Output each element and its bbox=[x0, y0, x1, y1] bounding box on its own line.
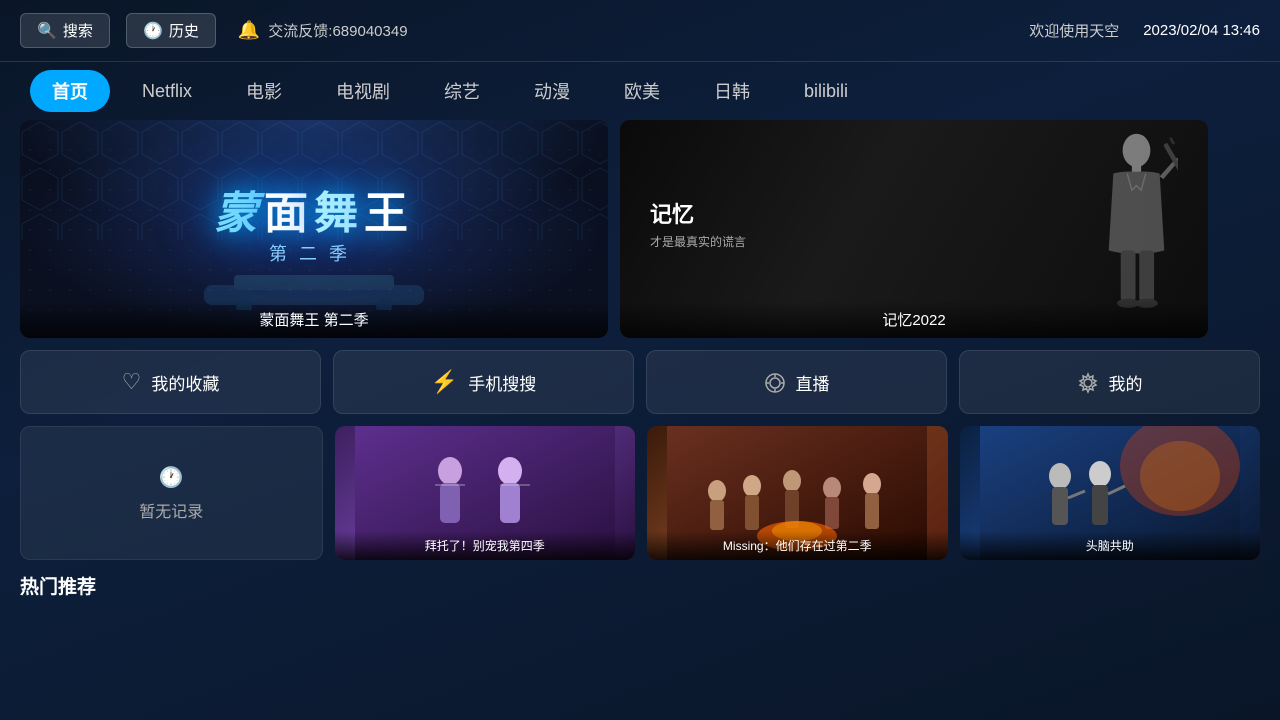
hero-right-label: 记忆2022 bbox=[620, 301, 1208, 338]
memory-subtitle: 才是最真实的谎言 bbox=[650, 233, 746, 250]
mobile-search-label: 手机搜搜 bbox=[468, 370, 536, 395]
empty-record-text: 暂无记录 bbox=[139, 498, 203, 522]
recent-card-1[interactable]: 拜托了！别宠我第四季 bbox=[335, 426, 636, 560]
favorites-label: 我的收藏 bbox=[151, 370, 219, 395]
clock-icon: 🕐 bbox=[159, 465, 184, 490]
card3-label: 头脑共助 bbox=[960, 531, 1261, 560]
gear-icon bbox=[1077, 369, 1099, 395]
nav-item-tv[interactable]: 电视剧 bbox=[314, 70, 412, 112]
recent-card-empty[interactable]: 🕐 暂无记录 bbox=[20, 426, 323, 560]
hero-right-title: 记忆2022 bbox=[882, 312, 945, 329]
heart-icon: ♡ bbox=[122, 369, 142, 395]
memory-cn-title: 记忆 bbox=[650, 197, 746, 229]
hero-row: 蒙面舞王 第二季 蒙面舞王 第二季 bbox=[20, 120, 1260, 338]
datetime: 2023/02/04 13:46 bbox=[1143, 22, 1260, 39]
quick-access-row: ♡ 我的收藏 ⚡ 手机搜搜 直播 bbox=[20, 350, 1260, 414]
hot-recommend-title: 热门推荐 bbox=[20, 572, 1260, 599]
nav-item-anime[interactable]: 动漫 bbox=[512, 70, 592, 112]
feedback-text: 交流反馈:689040349 bbox=[268, 20, 407, 41]
top-bar: 🔍 搜索 🕐 历史 🔔 交流反馈:689040349 欢迎使用天空 2023/0… bbox=[0, 0, 1280, 62]
recent-row: 🕐 暂无记录 bbox=[20, 426, 1260, 560]
search-button[interactable]: 🔍 搜索 bbox=[20, 13, 110, 48]
memory-text: 记忆 才是最真实的谎言 bbox=[650, 197, 746, 250]
recent-card-2[interactable]: Missing：他们存在过第二季 bbox=[647, 426, 948, 560]
history-label: 历史 bbox=[169, 20, 199, 41]
main-nav: 首页 Netflix 电影 电视剧 综艺 动漫 欧美 日韩 bilibili bbox=[0, 62, 1280, 120]
mine-button[interactable]: 我的 bbox=[959, 350, 1260, 414]
search-icon: 🔍 bbox=[37, 21, 57, 41]
main-content: 蒙面舞王 第二季 蒙面舞王 第二季 bbox=[0, 120, 1280, 599]
card2-title: Missing：他们存在过第二季 bbox=[723, 539, 872, 553]
live-button[interactable]: 直播 bbox=[646, 350, 947, 414]
nav-item-europe[interactable]: 欧美 bbox=[602, 70, 682, 112]
live-label: 直播 bbox=[796, 370, 830, 395]
card2-label: Missing：他们存在过第二季 bbox=[647, 531, 948, 560]
history-button[interactable]: 🕐 历史 bbox=[126, 13, 216, 48]
nav-item-bilibili[interactable]: bilibili bbox=[782, 73, 870, 110]
hero-left-label: 蒙面舞王 第二季 bbox=[20, 301, 608, 338]
mine-label: 我的 bbox=[1109, 370, 1143, 395]
top-right: 欢迎使用天空 2023/02/04 13:46 bbox=[1029, 20, 1260, 41]
card3-title: 头脑共助 bbox=[1086, 539, 1134, 553]
lightning-icon: ⚡ bbox=[431, 369, 458, 395]
volume-icon: 🔔 bbox=[238, 20, 260, 41]
favorites-button[interactable]: ♡ 我的收藏 bbox=[20, 350, 321, 414]
hero-left-title: 蒙面舞王 第二季 bbox=[259, 312, 368, 329]
nav-item-variety[interactable]: 综艺 bbox=[422, 70, 502, 112]
welcome-text: 欢迎使用天空 bbox=[1029, 20, 1119, 41]
mobile-search-button[interactable]: ⚡ 手机搜搜 bbox=[333, 350, 634, 414]
hero-card-memory[interactable]: 记忆 才是最真实的谎言 bbox=[620, 120, 1208, 338]
person-silhouette bbox=[1067, 130, 1178, 315]
nav-item-movie[interactable]: 电影 bbox=[224, 70, 304, 112]
history-icon: 🕐 bbox=[143, 21, 163, 41]
card1-label: 拜托了！别宠我第四季 bbox=[335, 531, 636, 560]
feedback-section: 🔔 交流反馈:689040349 bbox=[238, 20, 408, 41]
hero-card-masked-singer[interactable]: 蒙面舞王 第二季 蒙面舞王 第二季 bbox=[20, 120, 608, 338]
live-icon bbox=[764, 369, 786, 395]
recent-card-3[interactable]: 头脑共助 bbox=[960, 426, 1261, 560]
nav-item-jpkr[interactable]: 日韩 bbox=[692, 70, 772, 112]
nav-item-home[interactable]: 首页 bbox=[30, 70, 110, 112]
card1-title: 拜托了！别宠我第四季 bbox=[425, 539, 545, 553]
nav-item-netflix[interactable]: Netflix bbox=[120, 73, 214, 110]
search-label: 搜索 bbox=[63, 20, 93, 41]
